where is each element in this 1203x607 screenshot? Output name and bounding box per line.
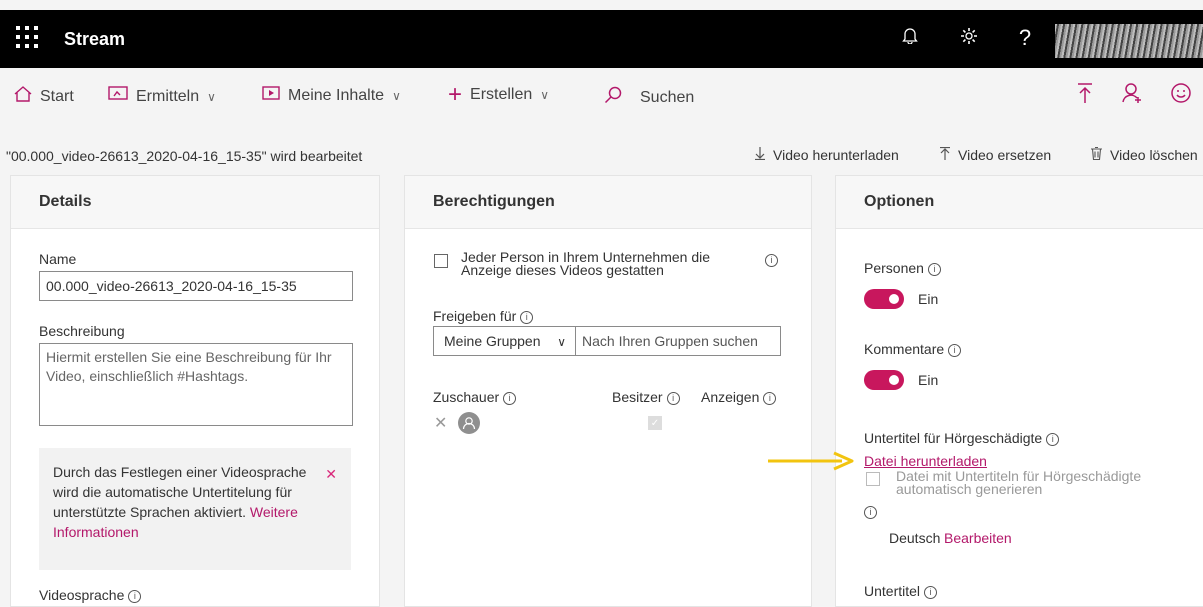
autogen-captions-checkbox[interactable] xyxy=(866,472,880,486)
download-icon xyxy=(755,147,765,163)
language-notice: Durch das Festlegen einer Videosprache w… xyxy=(39,448,351,570)
page-title: "00.000_video-26613_2020-04-16_15-35" wi… xyxy=(6,148,363,164)
nav-bar: Start Ermitteln ∨ Meine Inhalte ∨ + Erst… xyxy=(0,68,1203,124)
video-icon xyxy=(262,86,280,105)
notice-text: Durch das Festlegen einer Videosprache w… xyxy=(53,464,307,540)
info-icon[interactable]: i xyxy=(1046,433,1060,446)
person-icon xyxy=(462,417,476,430)
discover-icon xyxy=(108,86,128,107)
info-icon[interactable]: i xyxy=(924,586,938,599)
info-icon[interactable]: i xyxy=(503,392,517,405)
nav-my-content[interactable]: Meine Inhalte ∨ xyxy=(262,86,401,105)
replace-video-label: Video ersetzen xyxy=(958,147,1052,163)
upload-icon[interactable] xyxy=(1076,82,1094,110)
info-icon[interactable]: i xyxy=(763,392,777,405)
name-input[interactable]: 00.000_video-26613_2020-04-16_15-35 xyxy=(39,271,353,301)
info-icon[interactable]: i xyxy=(520,311,534,324)
chevron-down-icon: ∨ xyxy=(540,88,550,102)
delete-video-label: Video löschen xyxy=(1110,147,1198,163)
owner-column-header: Besitzer i xyxy=(612,389,680,405)
nav-discover-label: Ermitteln xyxy=(136,87,200,105)
details-heading: Details xyxy=(39,193,92,210)
description-label: Beschreibung xyxy=(39,323,125,339)
owner-checkbox[interactable]: ✓ xyxy=(648,416,662,430)
share-with-value: Meine Gruppen xyxy=(444,333,541,349)
top-bar: Stream ? xyxy=(0,10,1203,68)
info-icon[interactable]: i xyxy=(864,506,877,519)
comments-toggle[interactable] xyxy=(864,370,904,390)
allow-everyone-label: Jeder Person in Ihrem Unternehmen die An… xyxy=(461,249,711,278)
trash-icon xyxy=(1091,146,1102,163)
display-column-header: Anzeigen i xyxy=(701,389,777,405)
group-search-input[interactable]: Nach Ihren Gruppen suchen xyxy=(575,326,781,356)
nav-discover[interactable]: Ermitteln ∨ xyxy=(108,86,216,107)
nav-start[interactable]: Start xyxy=(14,86,74,107)
search-icon xyxy=(604,86,622,109)
download-video-label: Video herunterladen xyxy=(773,147,899,163)
allow-everyone-checkbox[interactable] xyxy=(434,254,448,268)
info-icon[interactable]: i xyxy=(765,254,778,267)
app-launcher-icon[interactable] xyxy=(16,26,38,48)
add-person-icon[interactable] xyxy=(1122,82,1144,110)
home-icon xyxy=(14,86,32,107)
people-label: Personen i xyxy=(864,260,941,276)
permissions-heading: Berechtigungen xyxy=(433,193,555,210)
comments-label: Kommentare i xyxy=(864,341,962,357)
info-icon[interactable]: i xyxy=(927,263,941,276)
captions-label: Untertitel für Hörgeschädigte i xyxy=(864,430,1060,446)
info-icon[interactable]: i xyxy=(948,344,962,357)
edit-language-link[interactable]: Bearbeiten xyxy=(944,530,1012,546)
permissions-header: Berechtigungen xyxy=(405,176,811,229)
info-icon[interactable]: i xyxy=(128,590,142,603)
download-file-link[interactable]: Datei herunterladen xyxy=(864,453,987,469)
comments-toggle-state: Ein xyxy=(918,372,939,388)
annotation-arrow-icon xyxy=(768,451,854,471)
account-area-redacted[interactable] xyxy=(1055,24,1203,58)
help-icon[interactable]: ? xyxy=(1013,26,1037,50)
nav-search[interactable]: Suchen xyxy=(604,86,694,109)
options-heading: Optionen xyxy=(864,193,935,210)
people-toggle-state: Ein xyxy=(918,291,939,307)
description-textarea[interactable]: Hiermit erstellen Sie eine Beschreibung … xyxy=(39,343,353,426)
info-icon[interactable]: i xyxy=(666,392,680,405)
app-title[interactable]: Stream xyxy=(64,29,125,50)
avatar xyxy=(458,412,480,434)
bell-icon[interactable] xyxy=(898,26,922,50)
chevron-down-icon: ∨ xyxy=(207,89,216,104)
permissions-panel: Berechtigungen Jeder Person in Ihrem Unt… xyxy=(404,175,812,607)
upload-icon xyxy=(940,146,950,163)
autogen-captions-label: Datei mit Untertiteln für Hörgeschädigte… xyxy=(896,468,1142,497)
caption-language: Deutsch xyxy=(889,530,941,546)
name-label: Name xyxy=(39,251,77,267)
nav-create[interactable]: + Erstellen ∨ xyxy=(448,81,550,108)
share-with-select[interactable]: Meine Gruppen ∨ xyxy=(433,326,576,356)
people-toggle[interactable] xyxy=(864,289,904,309)
plus-icon: + xyxy=(448,81,463,108)
nav-start-label: Start xyxy=(40,87,74,105)
nav-my-content-label: Meine Inhalte xyxy=(288,86,385,104)
close-icon[interactable]: ✕ xyxy=(325,466,337,483)
download-video-button[interactable]: Video herunterladen xyxy=(755,147,899,163)
share-with-label: Freigeben für i xyxy=(433,308,534,324)
options-panel: Optionen Personen i Ein Kommentare i Ein U… xyxy=(835,175,1203,607)
gear-icon[interactable] xyxy=(957,26,981,50)
subtitles-label: Untertitel i xyxy=(864,583,938,599)
remove-icon[interactable]: ✕ xyxy=(434,413,447,433)
smiley-icon[interactable] xyxy=(1170,82,1192,110)
details-header: Details xyxy=(11,176,379,229)
chevron-down-icon: ∨ xyxy=(392,88,401,103)
replace-video-button[interactable]: Video ersetzen xyxy=(940,146,1052,163)
delete-video-button[interactable]: Video löschen xyxy=(1091,146,1198,163)
viewers-column-header: Zuschauer i xyxy=(433,389,517,405)
chevron-down-icon: ∨ xyxy=(557,335,566,349)
options-header: Optionen xyxy=(836,176,1203,229)
video-language-label: Videosprache i xyxy=(39,587,142,603)
nav-search-label: Suchen xyxy=(640,88,695,106)
nav-create-label: Erstellen xyxy=(470,86,533,103)
details-panel: Details Name 00.000_video-26613_2020-04-… xyxy=(10,175,380,607)
